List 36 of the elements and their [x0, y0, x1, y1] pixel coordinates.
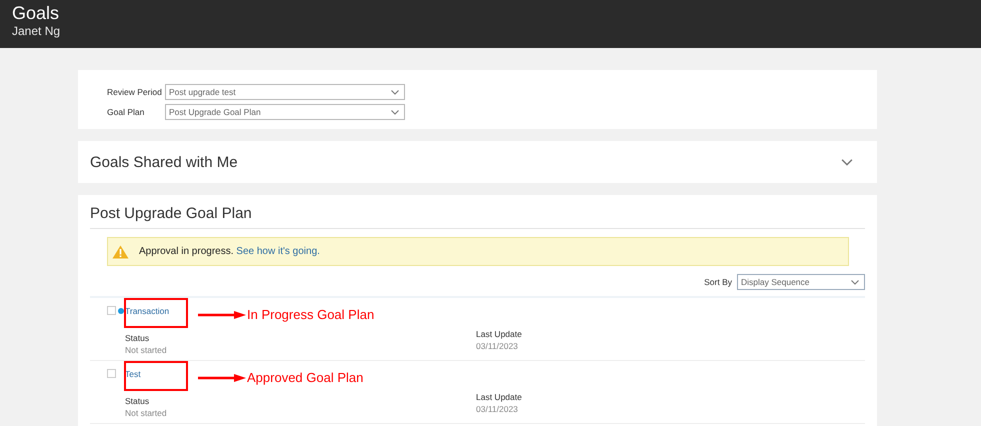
section-title: Post Upgrade Goal Plan: [90, 205, 865, 229]
filter-dropdown[interactable]: Post upgrade test: [165, 84, 405, 100]
sort-label: Sort By: [704, 277, 732, 287]
progress-dot: [118, 308, 124, 314]
filter-label: Review Period: [107, 87, 163, 97]
chevron-down-icon: [391, 90, 399, 94]
expand-button[interactable]: [839, 156, 855, 168]
field-label: Status: [125, 333, 150, 343]
annotation-text: Approved Goal Plan: [247, 370, 364, 385]
field-value: 03/11/2023: [476, 341, 519, 351]
filter-label: Goal Plan: [107, 107, 146, 117]
filter-dropdown[interactable]: Post Upgrade Goal Plan: [165, 104, 405, 120]
annotation-text: In Progress Goal Plan: [247, 307, 374, 322]
goal-link[interactable]: Transaction: [125, 306, 170, 316]
approval-message: Approval in progress. See how it's going.: [139, 246, 320, 257]
field-value: Not started: [125, 345, 168, 355]
user-name: Janet Ng: [12, 23, 62, 39]
annotation-arrow: [198, 311, 246, 319]
warning-icon: [112, 244, 129, 258]
sort-dropdown[interactable]: Display Sequence: [737, 274, 865, 290]
field-label: Last Update: [476, 392, 522, 402]
annotation-arrow: [198, 374, 246, 382]
field-label: Status: [125, 396, 150, 406]
highlight-frame: [124, 361, 188, 391]
highlight-frame: [124, 298, 188, 328]
goal-link[interactable]: Test: [125, 369, 141, 379]
chevron-down-icon: [391, 110, 399, 114]
chevron-down-icon: [851, 280, 859, 284]
field-label: Last Update: [476, 329, 522, 339]
field-value: Not started: [125, 408, 168, 418]
page-title: Goals: [12, 3, 60, 23]
goal-checkbox[interactable]: [107, 306, 116, 315]
section-title: Goals Shared with Me: [90, 154, 238, 170]
approval-link[interactable]: See how it's going.: [236, 246, 320, 257]
goal-checkbox[interactable]: [107, 369, 116, 378]
field-value: 03/11/2023: [476, 404, 519, 414]
